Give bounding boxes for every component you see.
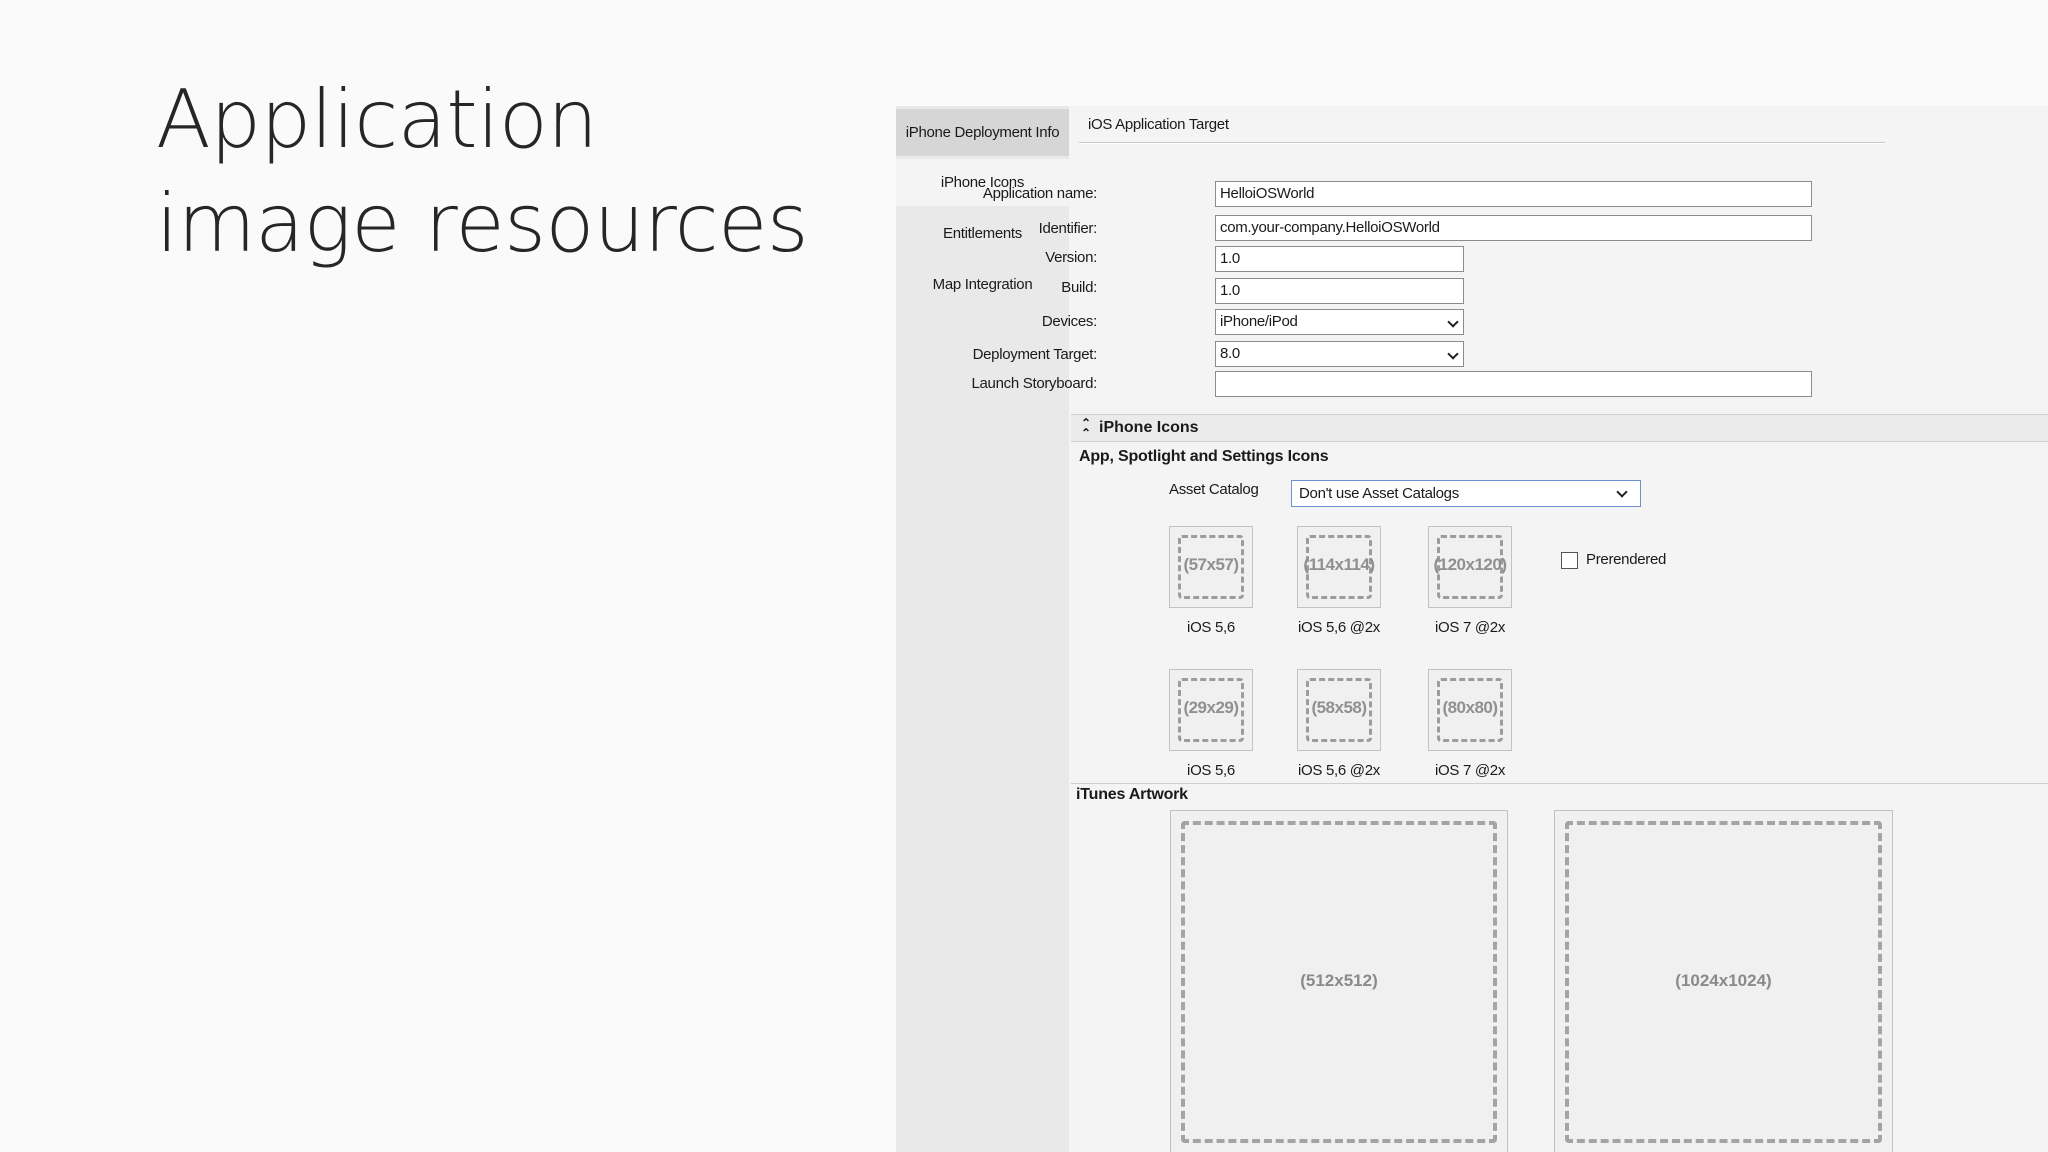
deployment-target-selected-value: 8.0 xyxy=(1220,345,1240,362)
icon-slot-caption: iOS 5,6 xyxy=(1187,762,1235,779)
icon-slot-size: (120x120) xyxy=(1433,555,1507,574)
app-name-input[interactable]: HelloiOSWorld xyxy=(1215,181,1812,207)
iphone-icons-section-header[interactable]: ⌃ ⌃ iPhone Icons xyxy=(1071,414,2048,442)
chevron-down-icon xyxy=(1447,348,1459,360)
prerendered-label: Prerendered xyxy=(1586,551,1667,568)
section-header-label: iPhone Icons xyxy=(1099,419,1199,436)
version-input[interactable]: 1.0 xyxy=(1215,246,1464,272)
prerendered-checkbox[interactable] xyxy=(1561,552,1578,569)
icon-slot-57[interactable]: (57x57) xyxy=(1169,526,1253,608)
deployment-target-select[interactable]: 8.0 xyxy=(1215,341,1464,367)
devices-selected-value: iPhone/iPod xyxy=(1220,313,1298,330)
nav-item-label: Entitlements xyxy=(943,225,1022,242)
itunes-divider xyxy=(1071,783,2048,784)
options-nav: iPhone Deployment Info iPhone Icons Enti… xyxy=(896,106,1069,1152)
icon-slot-114[interactable]: (114x114) xyxy=(1297,526,1381,608)
build-label: Build: xyxy=(1061,279,1097,296)
slide-title-line-2: image resources xyxy=(156,177,809,270)
app-name-label: Application name: xyxy=(982,185,1097,202)
icon-slot-caption: iOS 7 @2x xyxy=(1434,762,1506,779)
artwork-slot-size: (512x512) xyxy=(1300,971,1378,990)
asset-catalog-selected-value: Don't use Asset Catalogs xyxy=(1299,485,1459,502)
nav-item-label: Map Integration xyxy=(932,276,1033,293)
icon-slot-size: (29x29) xyxy=(1183,698,1239,717)
launch-storyboard-input[interactable] xyxy=(1215,371,1812,397)
chevron-down-icon xyxy=(1447,316,1459,328)
target-header: iOS Application Target xyxy=(1088,116,1229,133)
identifier-label: Identifier: xyxy=(1038,220,1098,237)
chevron-down-icon xyxy=(1616,486,1628,498)
nav-item-map-integration[interactable]: Map Integration xyxy=(896,261,1069,308)
artwork-slot-1024[interactable]: (1024x1024) xyxy=(1554,810,1893,1152)
launch-storyboard-label: Launch Storyboard: xyxy=(971,375,1097,392)
icon-slot-58[interactable]: (58x58) xyxy=(1297,669,1381,751)
devices-label: Devices: xyxy=(1041,313,1097,330)
nav-item-label: iPhone Deployment Info xyxy=(905,124,1060,141)
target-divider xyxy=(1079,142,1885,144)
version-label: Version: xyxy=(1045,249,1097,266)
slide-title: Application image resources xyxy=(156,68,809,276)
artwork-slot-512[interactable]: (512x512) xyxy=(1170,810,1508,1152)
icon-slot-29[interactable]: (29x29) xyxy=(1169,669,1253,751)
build-input[interactable]: 1.0 xyxy=(1215,278,1464,304)
deployment-target-label: Deployment Target: xyxy=(972,346,1098,363)
asset-catalog-select[interactable]: Don't use Asset Catalogs xyxy=(1291,480,1641,507)
icon-slot-size: (80x80) xyxy=(1442,698,1498,717)
icon-slot-caption: iOS 7 @2x xyxy=(1434,619,1506,636)
artwork-slot-size: (1024x1024) xyxy=(1675,971,1772,990)
icons-subheader: App, Spotlight and Settings Icons xyxy=(1079,448,1329,465)
icon-slot-size: (57x57) xyxy=(1183,555,1239,574)
icon-slot-caption: iOS 5,6 xyxy=(1187,619,1235,636)
collapse-chevron-icon: ⌃ ⌃ xyxy=(1080,416,1092,440)
icon-slot-120[interactable]: (120x120) xyxy=(1428,526,1512,608)
icon-slot-80[interactable]: (80x80) xyxy=(1428,669,1512,751)
itunes-artwork-header: iTunes Artwork xyxy=(1076,786,1188,803)
icon-slot-size: (58x58) xyxy=(1311,698,1367,717)
icon-slot-caption: iOS 5,6 @2x xyxy=(1298,619,1380,636)
identifier-input[interactable]: com.your-company.HelloiOSWorld xyxy=(1215,215,1812,241)
nav-item-deployment-info[interactable]: iPhone Deployment Info xyxy=(896,109,1069,156)
project-options-panel: iPhone Deployment Info iPhone Icons Enti… xyxy=(896,106,2048,1152)
slide-title-line-1: Application xyxy=(156,73,598,166)
asset-catalog-label: Asset Catalog xyxy=(1169,481,1259,498)
icon-slot-size: (114x114) xyxy=(1303,555,1375,574)
devices-select[interactable]: iPhone/iPod xyxy=(1215,309,1464,335)
icon-slot-caption: iOS 5,6 @2x xyxy=(1298,762,1380,779)
